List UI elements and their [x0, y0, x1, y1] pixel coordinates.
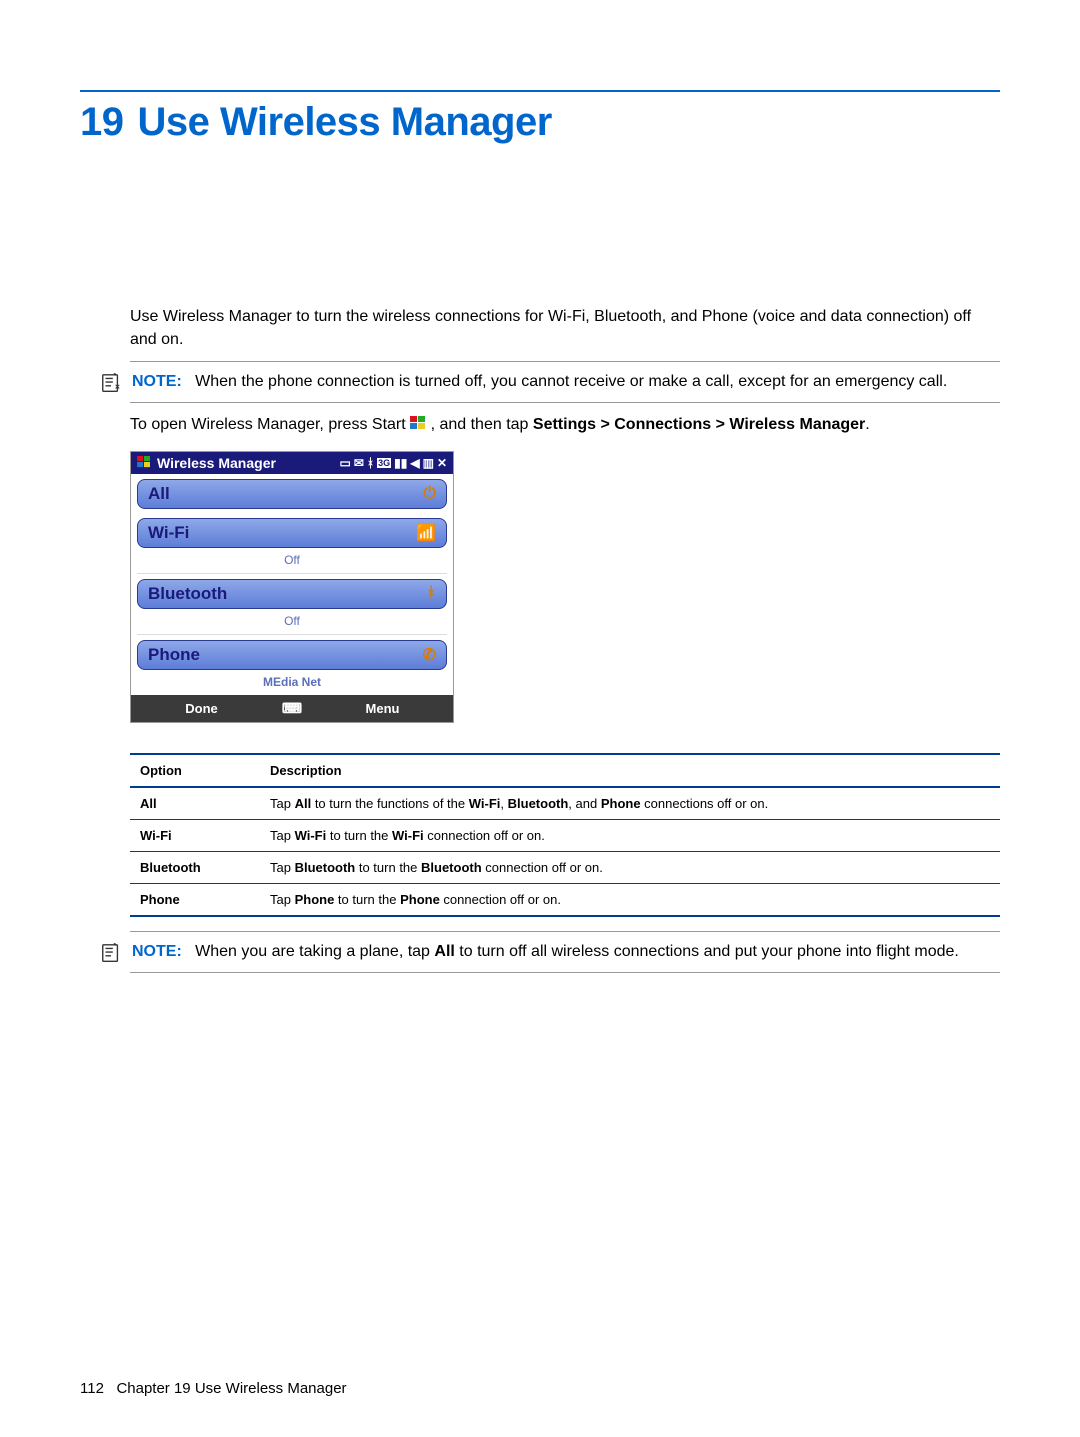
- bluetooth-off-icon: ᚼ: [426, 585, 436, 603]
- open-steps-bold: Settings > Connections > Wireless Manage…: [533, 416, 865, 433]
- option-cell: All: [130, 787, 260, 820]
- all-button[interactable]: All ⏻: [137, 479, 447, 509]
- intro-paragraph: Use Wireless Manager to turn the wireles…: [130, 305, 1000, 351]
- bluetooth-icon: ᚼ: [367, 456, 374, 470]
- table-row: AllTap All to turn the functions of the …: [130, 787, 1000, 820]
- wifi-label: Wi-Fi: [148, 523, 189, 543]
- note-label: NOTE:: [132, 943, 182, 960]
- screenshot-body: All ⏻ Wi-Fi 📶 Off Bluetooth ᚼ Off Phone …: [131, 479, 453, 695]
- bluetooth-label: Bluetooth: [148, 584, 227, 604]
- chapter-heading: 19 Use Wireless Manager: [80, 100, 1000, 145]
- bluetooth-status: Off: [137, 611, 447, 635]
- 3g-icon: 3G: [377, 458, 391, 468]
- power-icon: ⏻: [423, 485, 436, 503]
- page-footer: 112 Chapter 19 Use Wireless Manager: [80, 1380, 347, 1397]
- option-cell: Wi-Fi: [130, 819, 260, 851]
- keyboard-icon[interactable]: ⌨: [272, 700, 312, 717]
- description-cell: Tap Bluetooth to turn the Bluetooth conn…: [260, 851, 1000, 883]
- note-icon: [100, 942, 122, 964]
- chapter-top-rule: [80, 90, 1000, 92]
- open-steps-mid: , and then tap: [431, 416, 533, 433]
- phone-status: MEdia Net: [137, 672, 447, 695]
- note-block-2: NOTE: When you are taking a plane, tap A…: [130, 931, 1000, 973]
- mail-icon: ✉: [354, 456, 364, 470]
- option-cell: Bluetooth: [130, 851, 260, 883]
- close-icon: ✕: [437, 456, 447, 470]
- wifi-button[interactable]: Wi-Fi 📶: [137, 518, 447, 548]
- chapter-title-text: Use Wireless Manager: [138, 100, 552, 144]
- note-label: NOTE:: [132, 373, 182, 390]
- table-row: BluetoothTap Bluetooth to turn the Bluet…: [130, 851, 1000, 883]
- options-table: Option Description AllTap All to turn th…: [130, 753, 1000, 917]
- note-icon: [100, 372, 122, 394]
- header-option: Option: [130, 754, 260, 787]
- wifi-status: Off: [137, 550, 447, 574]
- footer-text: Chapter 19 Use Wireless Manager: [116, 1380, 346, 1397]
- table-row: PhoneTap Phone to turn the Phone connect…: [130, 883, 1000, 916]
- header-description: Description: [260, 754, 1000, 787]
- speaker-icon: ◀: [410, 456, 419, 470]
- battery-icon: ▥: [423, 456, 434, 470]
- note2-post: to turn off all wireless connections and…: [455, 943, 959, 960]
- table-row: Wi-FiTap Wi-Fi to turn the Wi-Fi connect…: [130, 819, 1000, 851]
- wifi-antenna-icon: 📶: [416, 523, 436, 543]
- table-header-row: Option Description: [130, 754, 1000, 787]
- description-cell: Tap Phone to turn the Phone connection o…: [260, 883, 1000, 916]
- voicemail-icon: ▭: [340, 456, 351, 470]
- open-steps-after: .: [865, 416, 869, 433]
- screenshot-bottombar: Done ⌨ Menu: [131, 695, 453, 722]
- bluetooth-button[interactable]: Bluetooth ᚼ: [137, 579, 447, 609]
- all-label: All: [148, 484, 170, 504]
- chapter-number: 19: [80, 100, 124, 144]
- note2-bold: All: [434, 943, 454, 960]
- phone-handset-icon: ✆: [423, 645, 436, 665]
- screenshot-title: Wireless Manager: [157, 455, 276, 471]
- menu-button[interactable]: Menu: [312, 695, 453, 722]
- screenshot-titlebar: Wireless Manager ▭ ✉ ᚼ 3G ▮▮ ◀ ▥ ✕: [131, 452, 453, 474]
- windows-flag-icon: [137, 455, 151, 471]
- option-cell: Phone: [130, 883, 260, 916]
- note2-pre: When you are taking a plane, tap: [195, 943, 434, 960]
- phone-button[interactable]: Phone ✆: [137, 640, 447, 670]
- phone-label: Phone: [148, 645, 200, 665]
- windows-flag-icon: [410, 417, 430, 434]
- note-block-1: NOTE: When the phone connection is turne…: [130, 361, 1000, 403]
- status-icons: ▭ ✉ ᚼ 3G ▮▮ ◀ ▥ ✕: [340, 456, 447, 470]
- done-button[interactable]: Done: [131, 695, 272, 722]
- open-steps-pre: To open Wireless Manager, press Start: [130, 416, 410, 433]
- signal-icon: ▮▮: [394, 456, 407, 470]
- page-number: 112: [80, 1380, 104, 1397]
- description-cell: Tap All to turn the functions of the Wi-…: [260, 787, 1000, 820]
- device-screenshot: Wireless Manager ▭ ✉ ᚼ 3G ▮▮ ◀ ▥ ✕ All ⏻…: [130, 451, 454, 723]
- description-cell: Tap Wi-Fi to turn the Wi-Fi connection o…: [260, 819, 1000, 851]
- open-steps: To open Wireless Manager, press Start , …: [130, 413, 1000, 436]
- note-text: When the phone connection is turned off,…: [195, 373, 947, 390]
